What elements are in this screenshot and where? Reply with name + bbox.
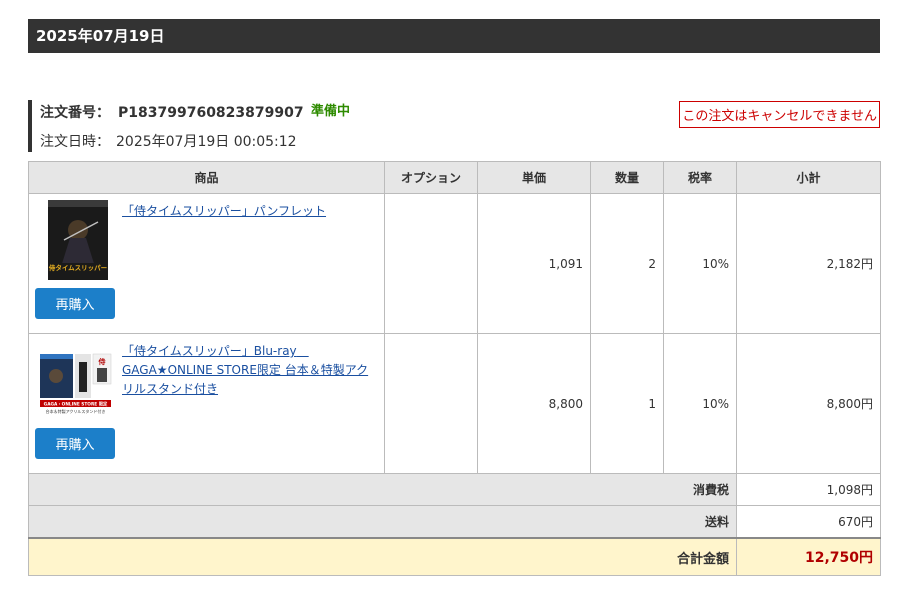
rebuy-button[interactable]: 再購入	[35, 288, 115, 319]
order-totals-table: 消費税 1,098円 送料 670円 合計金額 12,750円	[28, 473, 881, 576]
header-option: オプション	[384, 161, 478, 194]
svg-text:侍: 侍	[98, 357, 106, 366]
order-number: 注文番号： P183799760823879907	[40, 102, 304, 122]
order-datetime-label: 注文日時：	[40, 134, 110, 150]
subtotal-cell: 2,182円	[736, 193, 881, 334]
bluray-thumbnail-title: GAGA・ONLINE STORE 限定	[44, 401, 108, 408]
subtotal-cell: 8,800円	[736, 333, 881, 474]
pamphlet-thumbnail[interactable]: 侍タイムスリッパー	[38, 200, 112, 280]
quantity-cell: 2	[590, 193, 664, 334]
tax-total-label: 消費税	[28, 473, 737, 506]
order-datetime: 注文日時： 2025年07月19日 00:05:12	[40, 131, 297, 151]
grand-total-label: 合計金額	[28, 537, 737, 576]
table-header-row: 商品 オプション 単価 数量 税率 小計	[28, 161, 881, 194]
order-status-badge: 準備中	[311, 104, 351, 119]
order-summary: 注文番号： P183799760823879907 準備中 注文日時： 2025年0…	[28, 100, 880, 152]
grand-total-value: 12,750円	[736, 537, 881, 576]
tax-total-row: 消費税 1,098円	[28, 473, 881, 506]
unit-price-cell: 1,091	[477, 193, 591, 334]
header-quantity: 数量	[590, 161, 664, 194]
quantity-cell: 1	[590, 333, 664, 474]
tax-total-value: 1,098円	[736, 473, 881, 506]
pamphlet-thumbnail-title: 侍タイムスリッパー	[48, 263, 107, 272]
header-tax-rate: 税率	[663, 161, 737, 194]
order-number-label: 注文番号：	[40, 105, 110, 121]
product-cell: 侍タイムスリッパー 「侍タイムスリッパー」パンフレット 再購入	[28, 193, 385, 334]
order-number-value: P183799760823879907	[118, 105, 304, 121]
product-link-bluray[interactable]: 「侍タイムスリッパー」Blu-ray GAGA★ONLINE STORE限定 台…	[122, 342, 377, 399]
order-items-table: 商品 オプション 単価 数量 税率 小計 侍タイムスリッパー 「侍タイムスリッパ…	[28, 161, 881, 474]
header-product: 商品	[28, 161, 385, 194]
shipping-value: 670円	[736, 505, 881, 539]
order-datetime-value: 2025年07月19日 00:05:12	[116, 134, 297, 150]
header-unit-price: 単価	[477, 161, 591, 194]
bluray-thumbnail[interactable]: 侍 GAGA・ONLINE STORE 限定 台本＆特製アクリルスタンド付き	[38, 340, 112, 420]
order-date-header: 2025年07月19日	[28, 19, 880, 53]
order-accent-bar	[28, 100, 32, 152]
table-row: 侍 GAGA・ONLINE STORE 限定 台本＆特製アクリルスタンド付き 「…	[28, 333, 881, 474]
unit-price-cell: 8,800	[477, 333, 591, 474]
option-cell	[384, 193, 478, 334]
bluray-thumbnail-subtitle: 台本＆特製アクリルスタンド付き	[46, 408, 106, 414]
tax-rate-cell: 10%	[663, 333, 737, 474]
table-row: 侍タイムスリッパー 「侍タイムスリッパー」パンフレット 再購入 1,091 2 …	[28, 193, 881, 334]
shipping-label: 送料	[28, 505, 737, 539]
option-cell	[384, 333, 478, 474]
tax-rate-cell: 10%	[663, 193, 737, 334]
grand-total-row: 合計金額 12,750円	[28, 537, 881, 576]
product-cell: 侍 GAGA・ONLINE STORE 限定 台本＆特製アクリルスタンド付き 「…	[28, 333, 385, 474]
product-link-pamphlet[interactable]: 「侍タイムスリッパー」パンフレット	[122, 202, 377, 221]
shipping-row: 送料 670円	[28, 505, 881, 539]
header-subtotal: 小計	[736, 161, 881, 194]
cancel-unavailable-notice: この注文はキャンセルできません	[679, 101, 880, 128]
rebuy-button[interactable]: 再購入	[35, 428, 115, 459]
